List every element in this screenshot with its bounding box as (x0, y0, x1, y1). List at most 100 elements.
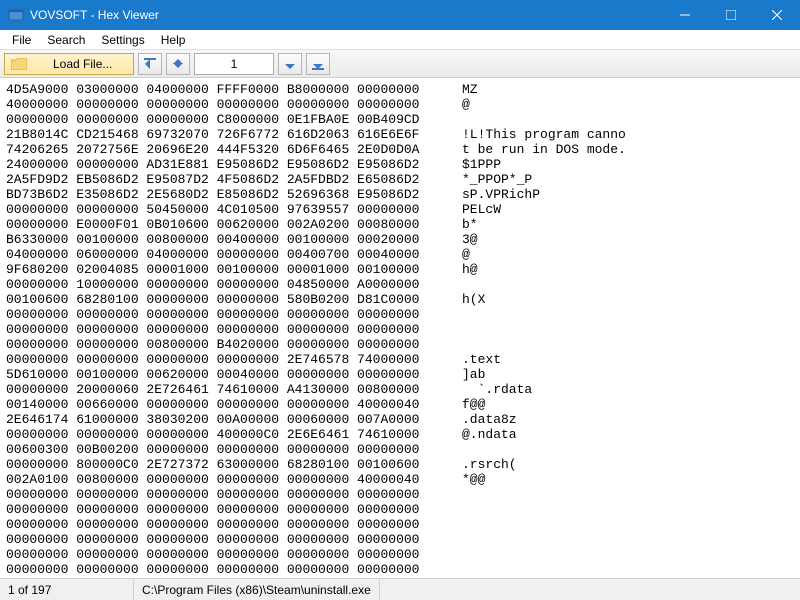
ascii-text (462, 487, 794, 502)
ascii-text (462, 307, 794, 322)
hex-bytes: 00000000 00000000 00000000 400000C0 2E6E… (6, 427, 462, 442)
hex-row: BD73B6D2 E35086D2 2E5680D2 E85086D2 5269… (6, 187, 794, 202)
status-page: 1 of 197 (0, 579, 134, 600)
ascii-text: b* (462, 217, 794, 232)
hex-bytes: 00000000 00000000 00000000 C8000000 0E1F… (6, 112, 462, 127)
ascii-text: h@ (462, 262, 794, 277)
ascii-text (462, 442, 794, 457)
hex-bytes: 00600300 00B00200 00000000 00000000 0000… (6, 442, 462, 457)
hex-bytes: 00000000 00000000 00000000 00000000 0000… (6, 532, 462, 547)
ascii-text: !L!This program canno (462, 127, 794, 142)
hex-bytes: 00000000 00000000 00000000 00000000 0000… (6, 307, 462, 322)
folder-icon (11, 58, 27, 70)
menu-settings[interactable]: Settings (93, 31, 152, 49)
ascii-text: f@@ (462, 397, 794, 412)
hex-row: 002A0100 00800000 00000000 00000000 0000… (6, 472, 794, 487)
hex-row: 04000000 06000000 04000000 00000000 0040… (6, 247, 794, 262)
hex-bytes: 4D5A9000 03000000 04000000 FFFF0000 B800… (6, 82, 462, 97)
hex-bytes: 5D610000 00100000 00620000 00040000 0000… (6, 367, 462, 382)
hex-row: B6330000 00100000 00800000 00400000 0010… (6, 232, 794, 247)
hex-row: 00000000 00000000 00800000 B4020000 0000… (6, 337, 794, 352)
hex-row: 24000000 00000000 AD31E881 E95086D2 E950… (6, 157, 794, 172)
hex-bytes: 21B8014C CD215468 69732070 726F6772 616D… (6, 127, 462, 142)
hex-row: 00000000 00000000 00000000 00000000 0000… (6, 517, 794, 532)
hex-bytes: BD73B6D2 E35086D2 2E5680D2 E85086D2 5269… (6, 187, 462, 202)
hex-bytes: 00000000 00000000 00000000 00000000 0000… (6, 547, 462, 562)
hex-bytes: 00000000 00000000 00000000 00000000 0000… (6, 562, 462, 577)
toolbar: Load File... (0, 50, 800, 78)
statusbar: 1 of 197 C:\Program Files (x86)\Steam\un… (0, 578, 800, 600)
hex-row: 00000000 E0000F01 0B010600 00620000 002A… (6, 217, 794, 232)
hex-row: 21B8014C CD215468 69732070 726F6772 616D… (6, 127, 794, 142)
hex-bytes: 00000000 00000000 00000000 00000000 0000… (6, 502, 462, 517)
hex-bytes: 00100600 68280100 00000000 00000000 580B… (6, 292, 462, 307)
ascii-text: PELcW (462, 202, 794, 217)
hex-row: 00000000 00000000 00000000 00000000 2E74… (6, 352, 794, 367)
hex-row: 2A5FD9D2 EB5086D2 E95087D2 4F5086D2 2A5F… (6, 172, 794, 187)
hex-bytes: 00000000 10000000 00000000 00000000 0485… (6, 277, 462, 292)
hex-row: 00000000 00000000 00000000 00000000 0000… (6, 307, 794, 322)
hex-row: 00000000 00000000 00000000 400000C0 2E6E… (6, 427, 794, 442)
hex-row: 00000000 00000000 00000000 00000000 0000… (6, 487, 794, 502)
hex-row: 00000000 800000C0 2E727372 63000000 6828… (6, 457, 794, 472)
hex-bytes: 04000000 06000000 04000000 00000000 0040… (6, 247, 462, 262)
status-path: C:\Program Files (x86)\Steam\uninstall.e… (134, 579, 380, 600)
titlebar: VOVSOFT - Hex Viewer (0, 0, 800, 30)
ascii-text (462, 532, 794, 547)
hex-bytes: 00000000 00000000 00000000 00000000 0000… (6, 322, 462, 337)
go-next-button[interactable] (278, 53, 302, 75)
ascii-text: sP.VPRichP (462, 187, 794, 202)
hex-row: 00000000 00000000 00000000 00000000 0000… (6, 547, 794, 562)
go-first-button[interactable] (138, 53, 162, 75)
hex-row: 00000000 20000060 2E726461 74610000 A413… (6, 382, 794, 397)
hex-bytes: 00000000 00000000 50450000 4C010500 9763… (6, 202, 462, 217)
hex-bytes: 2A5FD9D2 EB5086D2 E95087D2 4F5086D2 2A5F… (6, 172, 462, 187)
go-last-button[interactable] (306, 53, 330, 75)
menu-file[interactable]: File (4, 31, 39, 49)
hex-row: 00000000 00000000 00000000 00000000 0000… (6, 562, 794, 577)
load-file-button[interactable]: Load File... (4, 53, 134, 75)
ascii-text (462, 277, 794, 292)
hex-row: 9F680200 02004085 00001000 00100000 0000… (6, 262, 794, 277)
ascii-text: @.ndata (462, 427, 794, 442)
menu-search[interactable]: Search (39, 31, 93, 49)
hex-row: 00000000 00000000 00000000 00000000 0000… (6, 322, 794, 337)
maximize-button[interactable] (708, 0, 754, 30)
hex-row: 00000000 00000000 00000000 00000000 0000… (6, 532, 794, 547)
app-icon (8, 7, 24, 23)
menu-help[interactable]: Help (153, 31, 194, 49)
position-input[interactable] (194, 53, 274, 75)
ascii-text (462, 517, 794, 532)
window-title: VOVSOFT - Hex Viewer (30, 8, 662, 22)
hex-bytes: 9F680200 02004085 00001000 00100000 0000… (6, 262, 462, 277)
hex-view[interactable]: 4D5A9000 03000000 04000000 FFFF0000 B800… (0, 78, 800, 578)
ascii-text (462, 502, 794, 517)
ascii-text: h(X (462, 292, 794, 307)
ascii-text (462, 562, 794, 577)
ascii-text: MZ (462, 82, 794, 97)
hex-bytes: 00000000 00000000 00000000 00000000 0000… (6, 487, 462, 502)
ascii-text (462, 337, 794, 352)
hex-row: 00600300 00B00200 00000000 00000000 0000… (6, 442, 794, 457)
hex-bytes: 00000000 800000C0 2E727372 63000000 6828… (6, 457, 462, 472)
ascii-text (462, 322, 794, 337)
ascii-text: t be run in DOS mode. (462, 142, 794, 157)
ascii-text: 3@ (462, 232, 794, 247)
hex-bytes: 00000000 00000000 00800000 B4020000 0000… (6, 337, 462, 352)
hex-row: 00000000 10000000 00000000 00000000 0485… (6, 277, 794, 292)
hex-bytes: 00000000 20000060 2E726461 74610000 A413… (6, 382, 462, 397)
hex-row: 4D5A9000 03000000 04000000 FFFF0000 B800… (6, 82, 794, 97)
hex-row: 00000000 00000000 00000000 C8000000 0E1F… (6, 112, 794, 127)
ascii-text: *_PPOP*_P (462, 172, 794, 187)
hex-row: 00100600 68280100 00000000 00000000 580B… (6, 292, 794, 307)
go-prev-button[interactable] (166, 53, 190, 75)
hex-bytes: 74206265 2072756E 20696E20 444F5320 6D6F… (6, 142, 462, 157)
minimize-button[interactable] (662, 0, 708, 30)
hex-row: 00140000 00660000 00000000 00000000 0000… (6, 397, 794, 412)
close-button[interactable] (754, 0, 800, 30)
hex-row: 2E646174 61000000 38030200 00A00000 0006… (6, 412, 794, 427)
ascii-text (462, 547, 794, 562)
ascii-text: .rsrch( (462, 457, 794, 472)
hex-row: 40000000 00000000 00000000 00000000 0000… (6, 97, 794, 112)
hex-bytes: 2E646174 61000000 38030200 00A00000 0006… (6, 412, 462, 427)
